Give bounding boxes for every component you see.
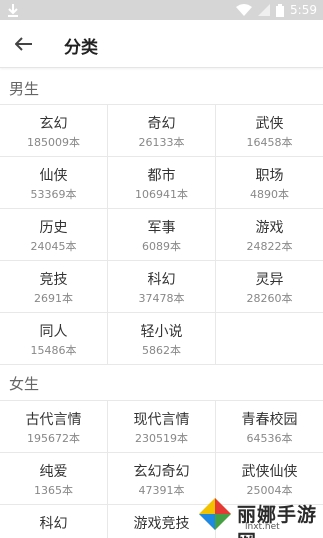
category-name: 历史 [39, 220, 68, 236]
category-name: 青春校园 [241, 412, 298, 428]
category-name: 纯爱 [39, 464, 68, 480]
category-item[interactable]: 灵异 28260本 [216, 261, 323, 312]
watermark-title: 丽娜手游网 [237, 504, 318, 538]
category-item[interactable]: 职场 4890本 [216, 157, 323, 208]
category-count: 106941本 [135, 188, 188, 201]
category-item[interactable]: 青春校园 64536本 [216, 401, 323, 452]
category-count: 24045本 [30, 240, 77, 253]
grid-row: 竞技 2691本 科幻 37478本 灵异 28260本 [0, 261, 323, 313]
category-item[interactable]: 竞技 2691本 [0, 261, 108, 312]
category-name: 职场 [255, 168, 284, 184]
category-name: 现代言情 [133, 412, 190, 428]
category-count: 185009本 [27, 136, 80, 149]
category-name: 古代言情 [25, 412, 82, 428]
category-item[interactable]: 军事 6089本 [108, 209, 216, 260]
battery-icon [276, 3, 285, 17]
app-bar: 分类 [0, 20, 323, 68]
category-item[interactable]: 同人 15486本 [0, 313, 108, 364]
status-bar: 5:59 [0, 0, 323, 20]
status-time: 5:59 [290, 3, 317, 17]
back-button[interactable] [10, 30, 38, 58]
category-name: 仙侠 [39, 168, 68, 184]
category-count: 195672本 [27, 432, 80, 445]
grid-row: 玄幻 185009本 奇幻 26133本 武侠 16458本 [0, 105, 323, 157]
category-item[interactable]: 奇幻 26133本 [108, 105, 216, 156]
category-item[interactable]: 纯爱 1365本 [0, 453, 108, 504]
category-name: 玄幻 [39, 116, 68, 132]
category-count: 37478本 [138, 292, 185, 305]
category-name: 军事 [147, 220, 176, 236]
grid-row: 历史 24045本 军事 6089本 游戏 24822本 [0, 209, 323, 261]
category-count: 16458本 [246, 136, 293, 149]
category-name: 科幻 [147, 272, 176, 288]
category-name: 奇幻 [147, 116, 176, 132]
category-count: 24822本 [246, 240, 293, 253]
watermark-url: lnxt.net [245, 522, 280, 532]
category-count: 4890本 [250, 188, 289, 201]
category-item[interactable]: 科幻 37478本 [108, 261, 216, 312]
category-item[interactable]: 古代言情 195672本 [0, 401, 108, 452]
grid-row: 古代言情 195672本 现代言情 230519本 青春校园 64536本 [0, 401, 323, 453]
empty-cell [216, 313, 323, 364]
category-count: 53369本 [30, 188, 77, 201]
category-name: 玄幻奇幻 [133, 464, 190, 480]
site-watermark: 丽娜手游网 lnxt.net [193, 490, 323, 538]
arrow-left-icon [15, 37, 32, 51]
category-item[interactable]: 玄幻 185009本 [0, 105, 108, 156]
category-item[interactable]: 都市 106941本 [108, 157, 216, 208]
download-icon [8, 4, 18, 17]
category-count: 64536本 [246, 432, 293, 445]
category-count: 2691本 [34, 292, 73, 305]
category-item[interactable]: 轻小说 5862本 [108, 313, 216, 364]
category-name: 武侠 [255, 116, 284, 132]
category-count: 15486本 [30, 344, 77, 357]
category-name: 同人 [39, 324, 68, 340]
section-label-female: 女生 [9, 375, 40, 393]
category-item[interactable]: 游戏 24822本 [216, 209, 323, 260]
section-label-male: 男生 [9, 80, 40, 98]
category-item[interactable]: 武侠 16458本 [216, 105, 323, 156]
category-count: 1365本 [34, 484, 73, 497]
category-count: 28260本 [246, 292, 293, 305]
category-name: 都市 [147, 168, 176, 184]
grid-row: 同人 15486本 轻小说 5862本 [0, 313, 323, 365]
category-item[interactable]: 仙侠 53369本 [0, 157, 108, 208]
grid-row: 仙侠 53369本 都市 106941本 职场 4890本 [0, 157, 323, 209]
category-count: 230519本 [135, 432, 188, 445]
category-item[interactable]: 历史 24045本 [0, 209, 108, 260]
category-name: 武侠仙侠 [241, 464, 298, 480]
category-count: 6089本 [142, 240, 181, 253]
page-title: 分类 [64, 38, 98, 58]
category-item[interactable]: 现代言情 230519本 [108, 401, 216, 452]
wifi-icon [236, 4, 253, 16]
category-name: 竞技 [39, 272, 68, 288]
watermark-logo-icon [199, 498, 231, 530]
category-name: 灵异 [255, 272, 284, 288]
category-count: 26133本 [138, 136, 185, 149]
category-count: 5862本 [142, 344, 181, 357]
category-grid-male: 玄幻 185009本 奇幻 26133本 武侠 16458本 仙侠 53369本 都市 1… [0, 104, 323, 365]
category-name: 游戏 [255, 220, 284, 236]
category-item[interactable]: 科幻 [0, 505, 108, 538]
signal-icon [258, 4, 271, 16]
category-name: 轻小说 [140, 324, 183, 340]
category-name: 科幻 [39, 516, 68, 532]
